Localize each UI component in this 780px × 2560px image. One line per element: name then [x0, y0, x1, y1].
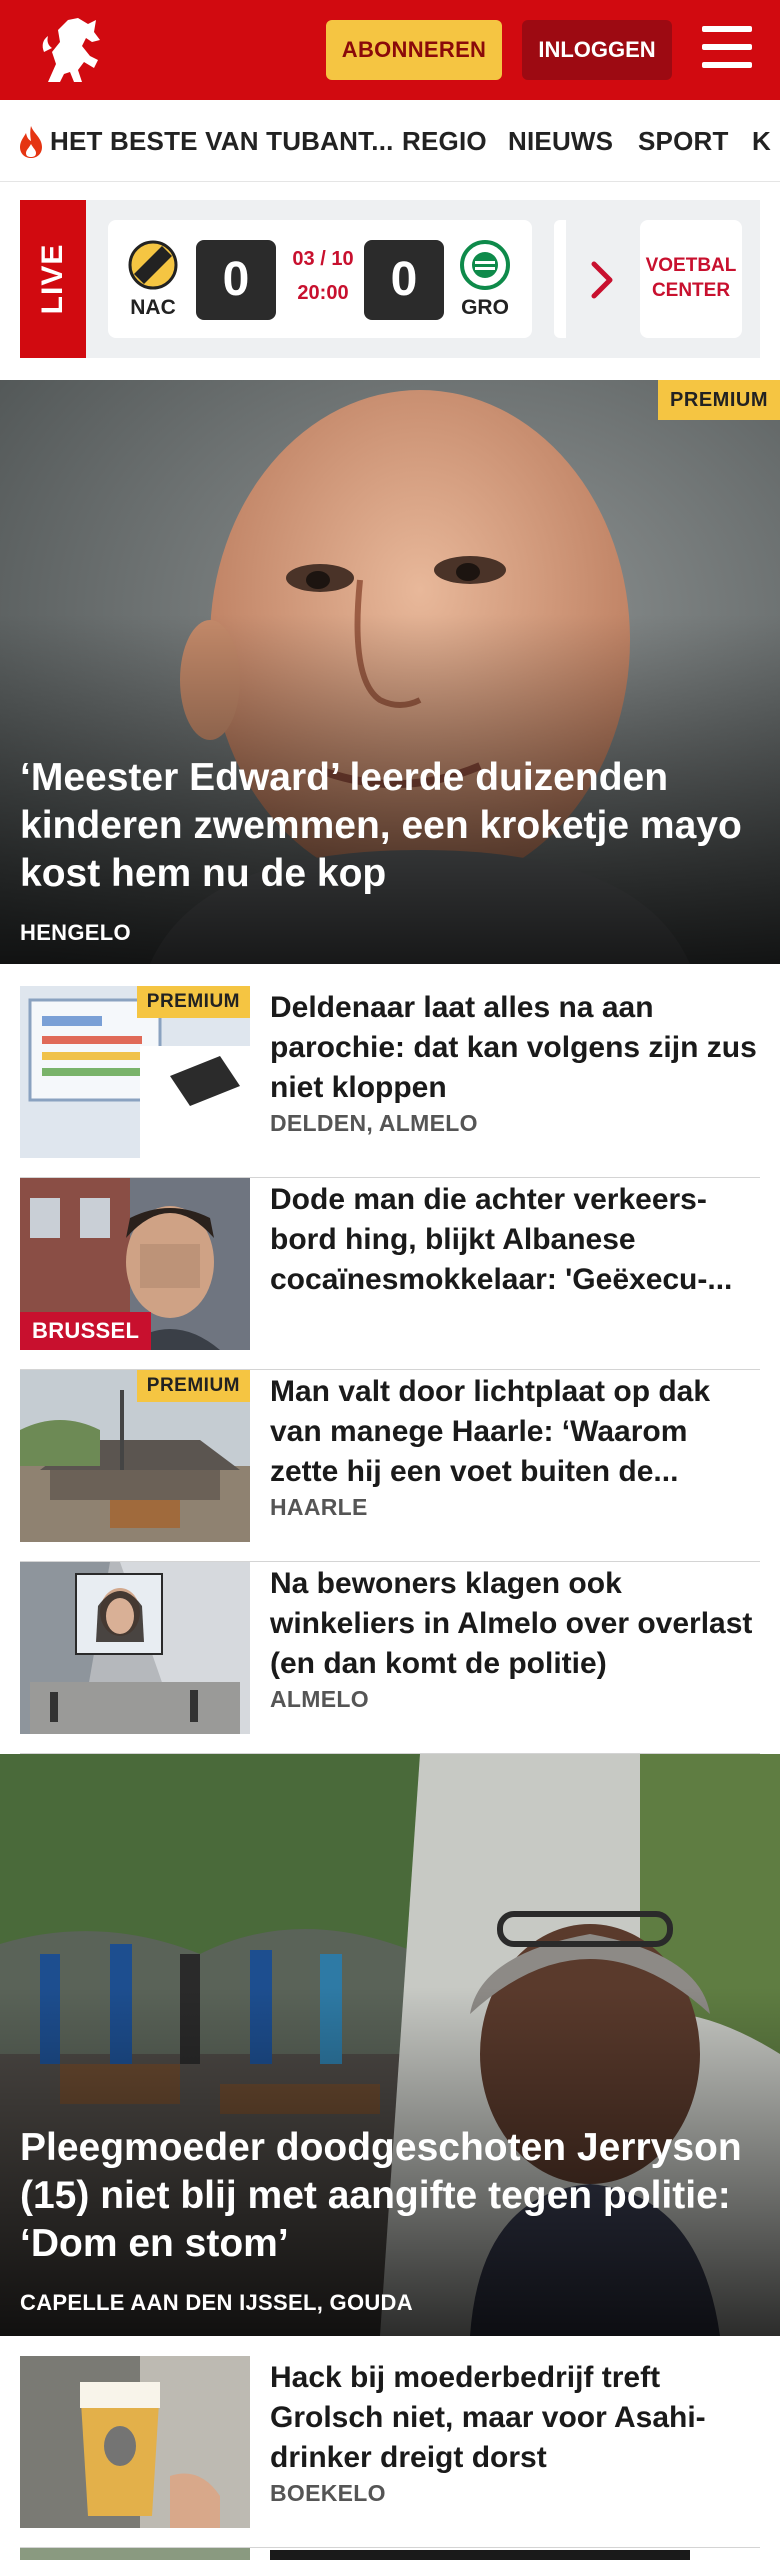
nac-club-logo-icon [128, 240, 178, 290]
article-location: BOEKELO [270, 2480, 386, 2506]
article-title[interactable]: Hack bij moederbedrijf treft Grolsch nie… [270, 2358, 760, 2478]
nav-item-sport[interactable]: SPORT [638, 100, 729, 181]
hero-article-2[interactable]: Pleegmoeder doodgeschoten Jerryson (15) … [0, 1754, 780, 2336]
premium-badge: PREMIUM [658, 380, 780, 420]
hero-location: HENGELO [20, 920, 131, 945]
live-scores-strip: LIVE NAC 0 03 / 10 20:00 0 GRO VOETBAL C… [20, 200, 760, 358]
match-card[interactable]: NAC 0 03 / 10 20:00 0 GRO [108, 220, 532, 338]
article-title[interactable]: Deldenaar laat alles na aan parochie: da… [270, 988, 760, 1108]
away-team-code: GRO [461, 296, 509, 319]
article-title[interactable]: Na bewoners klagen ook winkeliers in Alm… [270, 1564, 760, 1684]
nav-item-more[interactable]: K [752, 100, 771, 181]
article-title[interactable]: Dode man die achter verkeers­bord hing, … [270, 1180, 760, 1300]
subscribe-button[interactable]: ABONNEREN [326, 20, 502, 80]
live-label: LIVE [20, 200, 86, 358]
nav-item-best-of[interactable]: HET BESTE VAN TUBANT... [50, 100, 394, 181]
away-score: 0 [364, 240, 444, 320]
next-article-title-fragment [270, 2550, 690, 2560]
hero-headline[interactable]: Pleegmoeder doodgeschoten Jerryson (15) … [20, 2124, 750, 2268]
article-thumbnail: PREMIUM [20, 986, 250, 1158]
chevron-right-icon[interactable] [590, 260, 616, 300]
hamburger-menu-icon[interactable] [702, 24, 752, 70]
list-item[interactable]: BRUSSEL Dode man die achter verkeers­bor… [20, 1178, 760, 1370]
hero-location: CAPELLE AAN DEN IJSSEL, GOUDA [20, 2290, 413, 2315]
location-tag: BRUSSEL [20, 1312, 152, 1350]
article-location: ALMELO [270, 1686, 369, 1712]
premium-badge: PREMIUM [136, 986, 250, 1018]
match-time: 20:00 [297, 282, 349, 304]
article-thumbnail: BRUSSEL [20, 1178, 250, 1350]
tubantia-horse-logo-icon[interactable] [38, 12, 110, 88]
nav-item-nieuws[interactable]: NIEUWS [508, 100, 613, 181]
login-button[interactable]: INLOGGEN [522, 20, 672, 80]
home-score: 0 [196, 240, 276, 320]
flame-icon [20, 126, 42, 158]
top-bar: ABONNEREN INLOGGEN [0, 0, 780, 100]
groningen-club-logo-icon [460, 240, 510, 290]
article-thumbnail: PREMIUM [20, 1370, 250, 1542]
nav-item-regio[interactable]: REGIO [402, 100, 487, 181]
hero-article[interactable]: PREMIUM ‘Meester Edward’ leerde duizende… [0, 380, 780, 964]
list-item[interactable]: PREMIUM Deldenaar laat alles na aan paro… [20, 986, 760, 1178]
article-location: HAARLE [270, 1494, 368, 1520]
section-nav: HET BESTE VAN TUBANT... REGIO NIEUWS SPO… [0, 100, 780, 182]
premium-badge: PREMIUM [136, 1370, 250, 1402]
home-team-code: NAC [130, 296, 176, 319]
article-location: DELDEN, ALMELO [270, 1110, 478, 1136]
match-date: 03 / 10 [292, 248, 354, 270]
next-article-thumbnail [20, 2548, 250, 2560]
article-thumbnail [20, 1562, 250, 1734]
voetbal-center-button[interactable]: VOETBAL CENTER [640, 220, 742, 338]
article-title[interactable]: Man valt door lichtplaat op dak van mane… [270, 1372, 760, 1492]
article-thumbnail [20, 2356, 250, 2528]
list-item[interactable]: Na bewoners klagen ook winkeliers in Alm… [20, 1562, 760, 1754]
next-match-card[interactable] [554, 220, 566, 338]
list-item[interactable]: Hack bij moederbedrijf treft Grolsch nie… [20, 2356, 760, 2548]
hero-headline[interactable]: ‘Meester Edward’ leerde duizenden kinder… [20, 754, 750, 898]
list-item[interactable]: PREMIUM Man valt door lichtplaat op dak … [20, 1370, 760, 1562]
